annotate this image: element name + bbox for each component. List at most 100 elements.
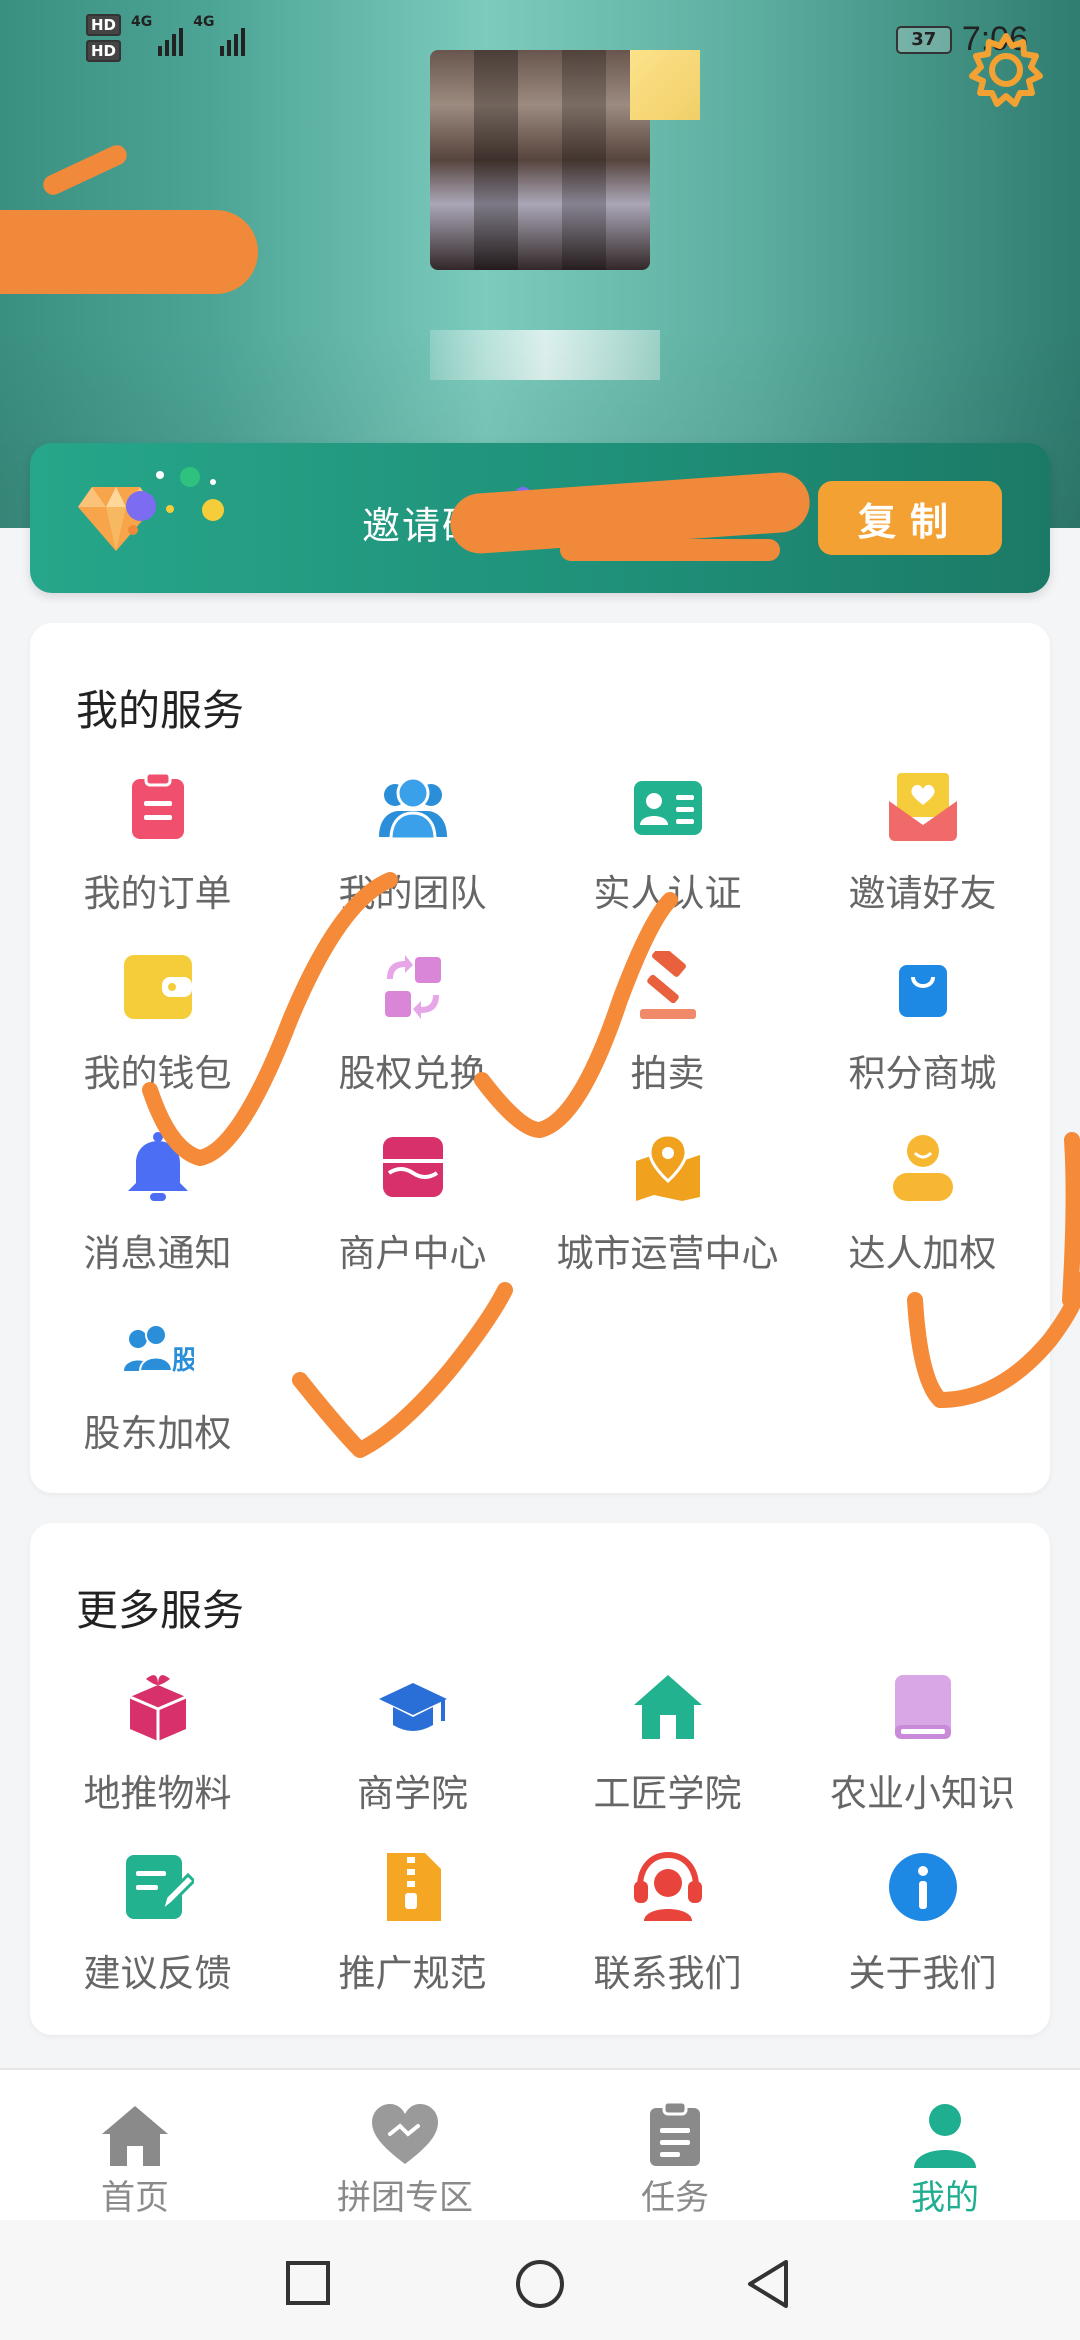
service-label: 实人认证 — [593, 872, 742, 915]
service-real-name-verification[interactable]: 实人认证 — [540, 771, 795, 931]
map-pin-icon — [636, 1133, 700, 1201]
gear-icon[interactable] — [966, 30, 1046, 110]
service-equity-exchange[interactable]: 股权兑换 — [285, 951, 540, 1111]
service-expert-weighting[interactable]: 达人加权 — [795, 1131, 1050, 1291]
service-label: 联系我们 — [593, 1952, 742, 1995]
signal-icon — [220, 20, 246, 56]
service-shareholder-weighting[interactable]: 股 股东加权 — [30, 1311, 285, 1471]
service-label: 商学院 — [357, 1772, 468, 1815]
signal-icon — [158, 20, 184, 56]
signal-indicators: HD HD 4G 4G — [86, 14, 246, 62]
service-label: 我的团队 — [338, 872, 487, 915]
service-auction[interactable]: 拍卖 — [540, 951, 795, 1111]
store-icon — [383, 1137, 443, 1197]
system-nav-bar — [0, 2220, 1080, 2340]
hd-badge: HD — [86, 14, 122, 36]
service-city-operation-center[interactable]: 城市运营中心 — [540, 1131, 795, 1291]
edit-note-icon — [126, 1855, 194, 1919]
bottom-nav: 首页 拼团专区 任务 我的 — [0, 2068, 1080, 2220]
service-label: 邀请好友 — [848, 872, 997, 915]
service-label: 达人加权 — [848, 1232, 997, 1275]
nav-mine[interactable]: 我的 — [810, 2070, 1080, 2222]
redaction-mark — [39, 141, 131, 199]
service-notifications[interactable]: 消息通知 — [30, 1131, 285, 1291]
nav-group-buy[interactable]: 拼团专区 — [270, 2070, 540, 2222]
recent-apps-icon[interactable] — [285, 2260, 331, 2306]
service-label: 建议反馈 — [83, 1952, 232, 1995]
home-icon — [102, 2106, 168, 2166]
service-label: 股东加权 — [83, 1412, 232, 1455]
redaction-mark — [0, 210, 258, 294]
zip-file-icon — [387, 1853, 441, 1921]
invite-code-bar: 邀请码 复制 — [30, 443, 1050, 593]
svg-text:股: 股 — [172, 1346, 194, 1376]
home-circle-icon[interactable] — [514, 2258, 566, 2310]
service-label: 商户中心 — [338, 1232, 487, 1275]
service-points-mall[interactable]: 积分商城 — [795, 951, 1050, 1111]
clipboard-icon — [132, 771, 184, 839]
service-label: 地推物料 — [83, 1772, 232, 1815]
redaction-mark — [560, 539, 780, 561]
battery-icon: 37 — [895, 25, 952, 54]
service-merchant-center[interactable]: 商户中心 — [285, 1131, 540, 1291]
service-contact-us[interactable]: 联系我们 — [540, 1851, 795, 2011]
heart-icon — [372, 2104, 438, 2164]
house-icon — [634, 1675, 702, 1739]
nav-home[interactable]: 首页 — [0, 2070, 270, 2222]
network-type: 4G — [193, 14, 215, 30]
service-label: 工匠学院 — [593, 1772, 742, 1815]
exchange-icon — [385, 955, 441, 1019]
book-icon — [895, 1675, 951, 1739]
service-label: 关于我们 — [848, 1952, 997, 1995]
avatar[interactable] — [430, 50, 700, 270]
service-business-school[interactable]: 商学院 — [285, 1671, 540, 1831]
service-label: 农业小知识 — [830, 1772, 1015, 1815]
user-icon — [914, 2104, 976, 2168]
username-redacted — [430, 330, 660, 380]
service-about-us[interactable]: 关于我们 — [795, 1851, 1050, 2011]
back-triangle-icon[interactable] — [744, 2258, 792, 2310]
task-clipboard-icon — [650, 2102, 700, 2166]
person-icon — [893, 1135, 953, 1201]
service-feedback[interactable]: 建议反馈 — [30, 1851, 285, 2011]
shopping-bag-icon — [899, 965, 947, 1017]
bell-icon — [128, 1132, 188, 1201]
service-my-team[interactable]: 我的团队 — [285, 771, 540, 931]
service-label: 积分商城 — [848, 1052, 997, 1095]
more-services-card: 更多服务 地推物料 商学院 工匠学院 农业小知识 建议反馈 推广规范 联系我们 … — [30, 1523, 1050, 2035]
headset-icon — [634, 1851, 702, 1921]
shareholder-icon: 股 — [124, 1324, 194, 1376]
info-icon — [889, 1853, 957, 1921]
wallet-icon — [124, 955, 192, 1019]
service-my-orders[interactable]: 我的订单 — [30, 771, 285, 931]
service-agriculture-tips[interactable]: 农业小知识 — [795, 1671, 1050, 1831]
service-invite-friends[interactable]: 邀请好友 — [795, 771, 1050, 931]
envelope-heart-icon — [889, 773, 957, 841]
nav-tasks[interactable]: 任务 — [540, 2070, 810, 2222]
section-title: 我的服务 — [76, 686, 245, 735]
service-label: 我的订单 — [83, 872, 232, 915]
service-label: 股权兑换 — [338, 1052, 487, 1095]
service-promo-materials[interactable]: 地推物料 — [30, 1671, 285, 1831]
copy-button[interactable]: 复制 — [818, 481, 1002, 555]
service-promotion-rules[interactable]: 推广规范 — [285, 1851, 540, 2011]
service-label: 消息通知 — [83, 1232, 232, 1275]
service-label: 我的钱包 — [83, 1052, 232, 1095]
nav-label: 我的 — [911, 2178, 979, 2218]
service-craftsman-academy[interactable]: 工匠学院 — [540, 1671, 795, 1831]
team-icon — [379, 776, 447, 841]
nav-label: 首页 — [101, 2178, 169, 2218]
nav-label: 任务 — [641, 2178, 709, 2218]
nav-label: 拼团专区 — [337, 2178, 473, 2218]
service-my-wallet[interactable]: 我的钱包 — [30, 951, 285, 1111]
network-type: 4G — [131, 14, 153, 30]
id-card-icon — [634, 781, 702, 835]
service-label: 拍卖 — [630, 1052, 705, 1095]
gavel-icon — [640, 951, 696, 1019]
box-icon — [129, 1675, 187, 1741]
section-title: 更多服务 — [76, 1586, 245, 1635]
my-services-card: 我的服务 我的订单 我的团队 实人认证 邀请好友 我的钱包 股权兑换 拍卖 积分… — [30, 623, 1050, 1493]
service-label: 城市运营中心 — [556, 1232, 779, 1275]
graduation-cap-icon — [379, 1683, 447, 1731]
service-label: 推广规范 — [338, 1952, 487, 1995]
